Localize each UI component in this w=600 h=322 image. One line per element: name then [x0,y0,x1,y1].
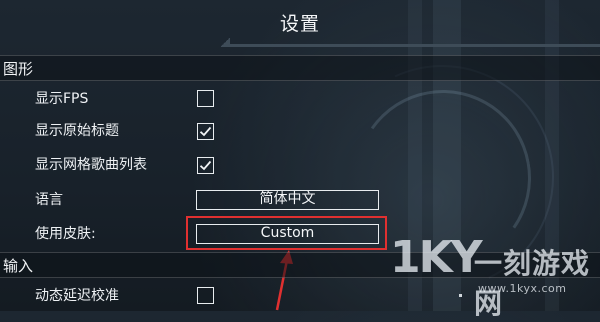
show-fps-checkbox[interactable] [197,90,214,107]
watermark: 1KY 一刻游戏网 www.1kyx.com [386,230,600,320]
checkmark-icon [199,126,212,137]
show-original-title-label: 显示原始标题 [35,123,119,139]
title-underline [220,38,600,47]
language-select[interactable]: 简体中文 [196,190,379,210]
section-header-graphics: 图形 [0,55,600,81]
annotation-highlight-box [186,216,387,250]
show-fps-label: 显示FPS [35,91,89,107]
show-grid-song-list-label: 显示网格歌曲列表 [35,157,147,173]
skin-label: 使用皮肤: [35,226,96,242]
language-label: 语言 [35,192,63,208]
watermark-url: www.1kyx.com [478,282,567,295]
title-bar: 设置 [0,0,600,48]
show-original-title-checkbox[interactable] [197,123,214,140]
page-title: 设置 [279,12,320,35]
checkmark-icon [199,160,212,171]
dynamic-latency-label: 动态延迟校准 [35,288,119,304]
show-grid-song-list-checkbox[interactable] [197,157,214,174]
dynamic-latency-checkbox[interactable] [197,287,214,304]
watermark-logo: 1KY [390,232,483,283]
